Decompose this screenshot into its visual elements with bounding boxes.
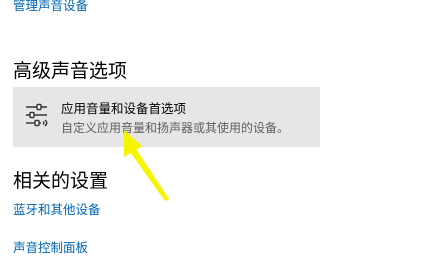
option-description: 自定义应用音量和扬声器或其使用的设备。 [61, 121, 290, 135]
arrow-shaft [130, 149, 169, 201]
manage-sound-devices-link[interactable]: 管理声音设备 [13, 0, 88, 14]
advanced-sound-options-heading: 高级声音选项 [13, 60, 128, 82]
sound-control-panel-link[interactable]: 声音控制面板 [13, 237, 88, 256]
option-title: 应用音量和设备首选项 [61, 101, 187, 116]
app-volume-device-preferences-option[interactable]: 应用音量和设备首选项 自定义应用音量和扬声器或其使用的设备。 [13, 87, 320, 147]
bluetooth-other-devices-link[interactable]: 蓝牙和其他设备 [13, 199, 101, 218]
related-settings-heading: 相关的设置 [13, 170, 109, 192]
sliders-icon [26, 103, 48, 127]
